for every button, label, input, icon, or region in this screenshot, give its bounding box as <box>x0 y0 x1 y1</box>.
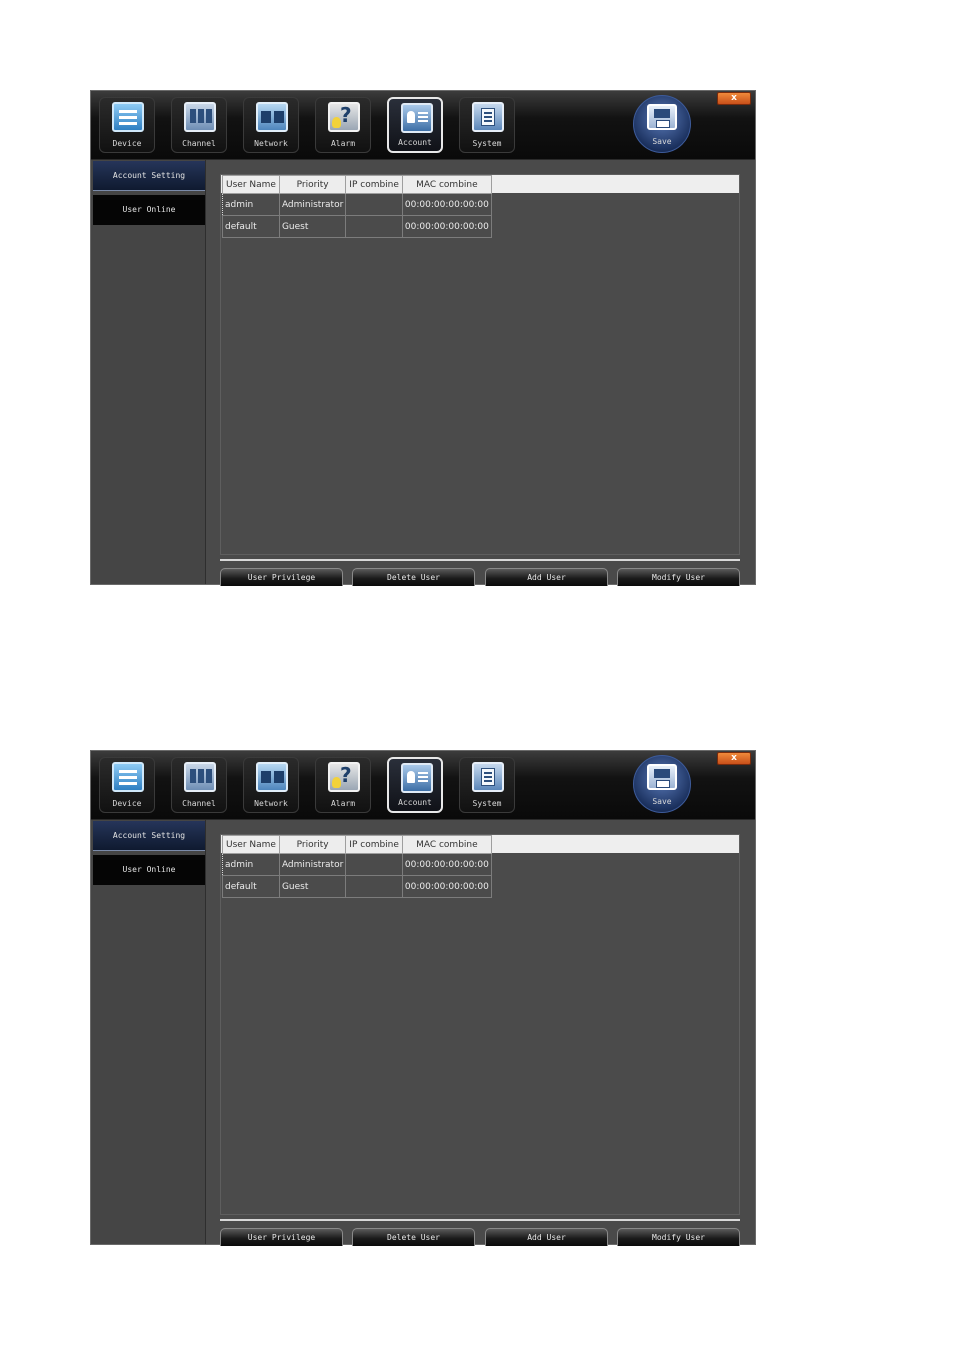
cell-user-name: admin <box>222 193 280 216</box>
column-header-priority[interactable]: Priority <box>278 175 347 194</box>
sidebar-item-user-online[interactable]: User Online <box>93 195 205 225</box>
system-icon <box>472 762 504 792</box>
account-icon <box>401 103 433 133</box>
tab-label: System <box>472 799 502 808</box>
sidebar: Account Setting User Online <box>91 160 206 584</box>
table-row[interactable]: default Guest 00:00:00:00:00:00 <box>222 875 492 898</box>
tab-device[interactable]: Device <box>99 757 155 813</box>
cell-mac-combine: 00:00:00:00:00:00 <box>401 193 492 216</box>
tab-device[interactable]: Device <box>99 97 155 153</box>
column-header-user-name[interactable]: User Name <box>222 835 280 854</box>
close-button[interactable]: x <box>717 92 751 105</box>
user-table-panel: User Name Priority IP combine MAC combin… <box>220 174 740 555</box>
cell-mac-combine: 00:00:00:00:00:00 <box>401 853 492 876</box>
cell-ip-combine <box>345 193 403 216</box>
user-table: User Name Priority IP combine MAC combin… <box>222 175 492 238</box>
user-privilege-button[interactable]: User Privilege <box>220 568 343 586</box>
tab-network[interactable]: Network <box>243 757 299 813</box>
cell-mac-combine: 00:00:00:00:00:00 <box>401 215 492 238</box>
save-icon <box>647 104 677 130</box>
sidebar-item-account-setting[interactable]: Account Setting <box>93 161 205 191</box>
account-window-2: x Device Channel Network Alarm Account S… <box>90 750 756 1246</box>
column-header-mac-combine[interactable]: MAC combine <box>401 175 492 194</box>
cell-mac-combine: 00:00:00:00:00:00 <box>401 875 492 898</box>
close-button[interactable]: x <box>717 752 751 765</box>
tab-alarm[interactable]: Alarm <box>315 97 371 153</box>
table-row[interactable]: admin Administrator 00:00:00:00:00:00 <box>222 853 492 876</box>
user-table: User Name Priority IP combine MAC combin… <box>222 835 492 898</box>
add-user-button[interactable]: Add User <box>485 1228 608 1246</box>
tab-account[interactable]: Account <box>387 757 443 813</box>
tab-label: System <box>472 139 502 148</box>
sidebar-item-account-setting[interactable]: Account Setting <box>93 821 205 851</box>
cell-priority: Administrator <box>278 853 347 876</box>
divider <box>220 1219 740 1221</box>
tab-label: Alarm <box>330 139 356 148</box>
account-icon <box>401 763 433 793</box>
device-icon <box>112 102 144 132</box>
account-window-1: x Device Channel Network Alarm Account S… <box>90 90 756 586</box>
network-icon <box>256 102 288 132</box>
cell-priority: Administrator <box>278 193 347 216</box>
cell-user-name: default <box>222 215 280 238</box>
save-label: Save <box>652 797 672 806</box>
alarm-icon <box>328 762 360 792</box>
tab-network[interactable]: Network <box>243 97 299 153</box>
table-row[interactable]: default Guest 00:00:00:00:00:00 <box>222 215 492 238</box>
channel-icon <box>184 102 216 132</box>
user-table-panel: User Name Priority IP combine MAC combin… <box>220 834 740 1215</box>
cell-priority: Guest <box>278 215 347 238</box>
sidebar: Account Setting User Online <box>91 820 206 1244</box>
tab-label: Network <box>254 799 288 808</box>
tab-channel[interactable]: Channel <box>171 757 227 813</box>
add-user-button[interactable]: Add User <box>485 568 608 586</box>
column-header-ip-combine[interactable]: IP combine <box>345 835 403 854</box>
device-icon <box>112 762 144 792</box>
tab-account[interactable]: Account <box>387 97 443 153</box>
save-button[interactable]: Save <box>633 755 691 813</box>
tab-channel[interactable]: Channel <box>171 97 227 153</box>
toolbar: x Device Channel Network Alarm Account S… <box>91 751 755 820</box>
column-header-user-name[interactable]: User Name <box>222 175 280 194</box>
modify-user-button[interactable]: Modify User <box>617 1228 740 1246</box>
tab-label: Channel <box>182 139 216 148</box>
sidebar-item-user-online[interactable]: User Online <box>93 855 205 885</box>
cell-ip-combine <box>345 853 403 876</box>
column-header-mac-combine[interactable]: MAC combine <box>401 835 492 854</box>
cell-user-name: default <box>222 875 280 898</box>
tab-system[interactable]: System <box>459 97 515 153</box>
divider <box>220 559 740 561</box>
cell-priority: Guest <box>278 875 347 898</box>
toolbar: x Device Channel Network Alarm Account S… <box>91 91 755 160</box>
tab-label: Device <box>112 139 142 148</box>
table-row[interactable]: admin Administrator 00:00:00:00:00:00 <box>222 193 492 216</box>
tab-label: Account <box>398 138 432 147</box>
network-icon <box>256 762 288 792</box>
column-header-priority[interactable]: Priority <box>278 835 347 854</box>
save-icon <box>647 764 677 790</box>
tab-alarm[interactable]: Alarm <box>315 757 371 813</box>
channel-icon <box>184 762 216 792</box>
cell-ip-combine <box>345 875 403 898</box>
alarm-icon <box>328 102 360 132</box>
user-privilege-button[interactable]: User Privilege <box>220 1228 343 1246</box>
cell-user-name: admin <box>222 853 280 876</box>
tab-label: Alarm <box>330 799 356 808</box>
delete-user-button[interactable]: Delete User <box>352 1228 475 1246</box>
save-label: Save <box>652 137 672 146</box>
tab-label: Account <box>398 798 432 807</box>
tab-label: Network <box>254 139 288 148</box>
delete-user-button[interactable]: Delete User <box>352 568 475 586</box>
tab-system[interactable]: System <box>459 757 515 813</box>
save-button[interactable]: Save <box>633 95 691 153</box>
column-header-ip-combine[interactable]: IP combine <box>345 175 403 194</box>
cell-ip-combine <box>345 215 403 238</box>
modify-user-button[interactable]: Modify User <box>617 568 740 586</box>
tab-label: Device <box>112 799 142 808</box>
tab-label: Channel <box>182 799 216 808</box>
system-icon <box>472 102 504 132</box>
